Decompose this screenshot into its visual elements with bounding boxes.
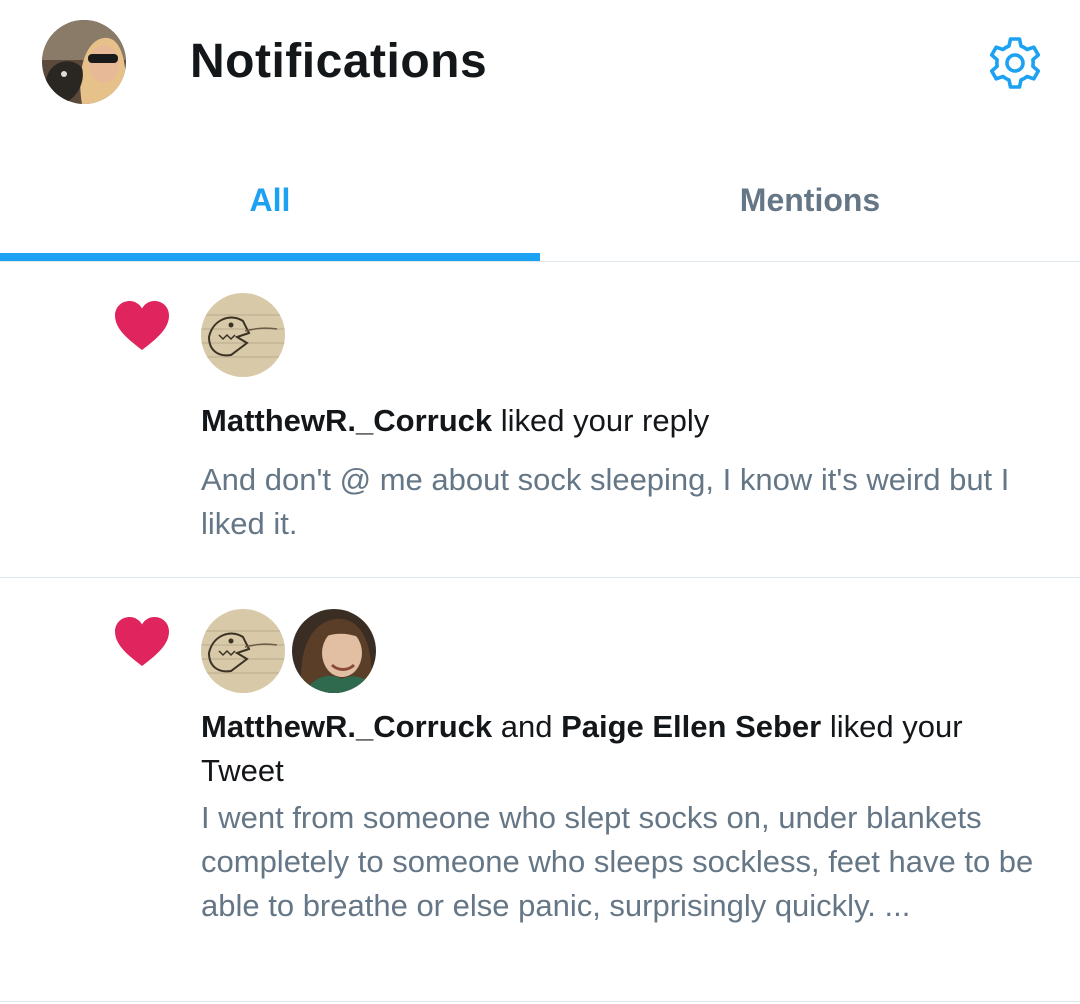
heart-icon: [114, 616, 170, 668]
actor-name[interactable]: MatthewR._Corruck: [201, 403, 492, 438]
notification-item[interactable]: MatthewR._Corruck and Paige Ellen Seber …: [0, 578, 1080, 1002]
gear-icon[interactable]: [986, 34, 1044, 92]
active-tab-indicator: [0, 253, 540, 261]
heart-icon: [114, 300, 170, 352]
notification-tabs: All Mentions: [0, 150, 1080, 262]
notification-item[interactable]: MatthewR._Corruck liked your reply And d…: [0, 262, 1080, 578]
page-title: Notifications: [190, 35, 488, 88]
actor-name[interactable]: MatthewR._Corruck: [201, 709, 492, 744]
notification-action: liked your reply: [492, 403, 710, 438]
tab-mentions[interactable]: Mentions: [540, 150, 1080, 260]
notification-conjunction: and: [492, 709, 562, 744]
tweet-snippet[interactable]: I went from someone who slept socks on, …: [201, 796, 1061, 928]
app-header: Notifications: [0, 0, 1080, 130]
avatar[interactable]: [292, 609, 376, 693]
avatar[interactable]: [201, 293, 285, 377]
notification-text: MatthewR._Corruck liked your reply: [201, 399, 1051, 443]
notification-text: MatthewR._Corruck and Paige Ellen Seber …: [201, 705, 1051, 793]
profile-avatar[interactable]: [42, 20, 126, 104]
tweet-snippet[interactable]: And don't @ me about sock sleeping, I kn…: [201, 458, 1061, 546]
tab-all[interactable]: All: [0, 150, 540, 260]
avatar[interactable]: [201, 609, 285, 693]
actor-name[interactable]: Paige Ellen Seber: [561, 709, 821, 744]
